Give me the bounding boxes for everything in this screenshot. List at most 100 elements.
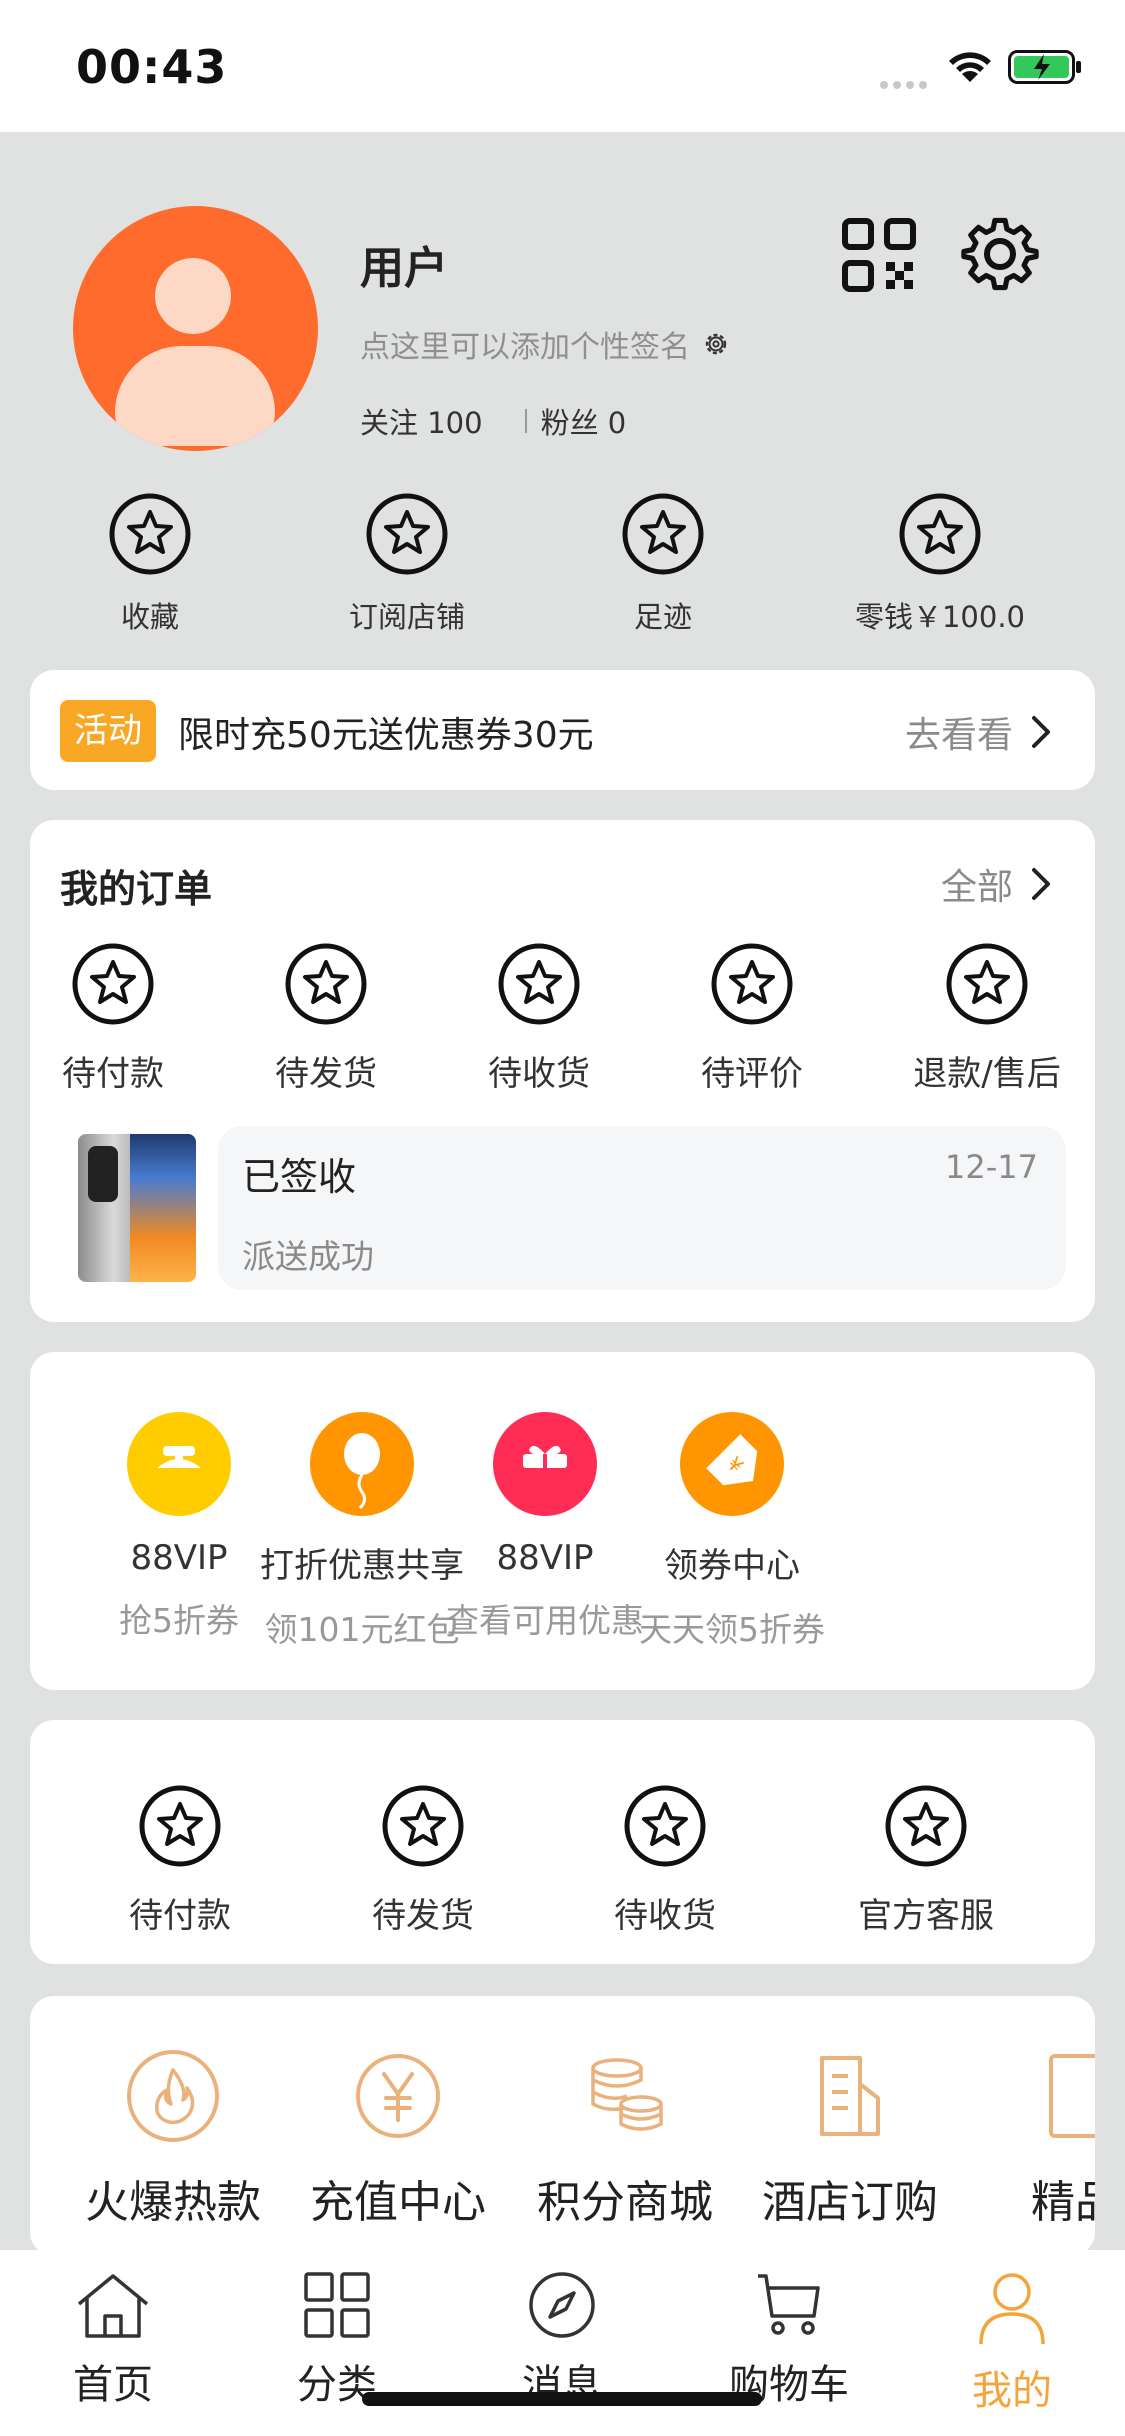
quick-link-subscribed-shops[interactable]: 订阅店铺 (307, 492, 507, 636)
orders-view-all[interactable]: 全部 (941, 858, 1051, 910)
profile-header: 用户 点这里可以添加个性签名 关注 100 粉丝 0 收藏 订阅店铺 足迹 零钱… (0, 132, 1125, 672)
order-status-label: 待收货 (488, 1054, 590, 1094)
status-bar: 00:43 (0, 0, 1125, 132)
battery-icon (1008, 50, 1081, 84)
quick-link-label: 订阅店铺 (348, 600, 465, 634)
person-icon (979, 2273, 1045, 2345)
promo-action-label: 去看看 (904, 715, 1013, 756)
small-gear-icon (705, 333, 727, 355)
promo-text: 限时充50元送优惠券30元 (178, 715, 594, 756)
quick-link-wallet[interactable]: 零钱￥100.0 (840, 492, 1040, 636)
star-icon (109, 493, 191, 575)
order-status-pending-receipt[interactable]: 待收货 (439, 942, 639, 1095)
promotion-title: 领券中心 (664, 1546, 800, 1586)
latest-order-status[interactable]: 已签收 12-17 派送成功 (218, 1126, 1066, 1290)
star-icon (885, 1785, 967, 1867)
orders-title: 我的订单 (60, 867, 213, 911)
avatar[interactable] (73, 206, 318, 451)
order-status-label: 待评价 (701, 1054, 803, 1094)
card-icon (1049, 2054, 1095, 2138)
delivery-detail: 派送成功 (242, 1237, 374, 1276)
delivery-date: 12-17 (945, 1148, 1038, 1186)
cart-icon (758, 2274, 820, 2335)
order-status-label: 退款/售后 (913, 1054, 1061, 1094)
gift-icon (493, 1412, 597, 1516)
star-icon (946, 943, 1028, 1025)
service-label: 待付款 (129, 1896, 231, 1936)
chevron-right-icon (1032, 716, 1050, 748)
order-status-pending-payment[interactable]: 待付款 (13, 942, 213, 1095)
star-icon (382, 1785, 464, 1867)
tool-label: 精品 (1031, 2177, 1095, 2228)
star-icon (72, 943, 154, 1025)
signature-hint[interactable]: 点这里可以添加个性签名 (360, 322, 730, 366)
coins-icon (591, 2058, 663, 2131)
promotions-card: 88VIP 抢5折券 打折优惠共享 领101元红包 88VIP 查看可用优惠 ¥… (30, 1352, 1095, 1690)
balloon-icon (310, 1412, 414, 1516)
tab-bar: 首页 分类 消息 购物车 我的 (0, 2250, 1125, 2436)
promo-tag: 活动 (60, 700, 156, 762)
service-item[interactable]: 官方客服 (826, 1784, 1026, 1937)
tab-label: 首页 (73, 2362, 153, 2408)
tool-item[interactable]: 火爆热款 (63, 2048, 283, 2230)
wifi-icon (949, 52, 991, 82)
order-status-label: 待付款 (62, 1054, 164, 1094)
service-label: 待收货 (614, 1896, 716, 1936)
order-status-label: 待发货 (275, 1054, 377, 1094)
chevron-right-icon (1032, 868, 1050, 900)
promo-action[interactable]: 去看看 (905, 706, 1051, 758)
tab-messages[interactable]: 消息 (462, 2270, 662, 2410)
follow-counts: 关注 100 粉丝 0 (360, 400, 626, 442)
tool-item[interactable]: 精品 (965, 2048, 1095, 2230)
qr-code-icon[interactable] (842, 218, 916, 292)
lamp-icon (127, 1412, 231, 1516)
signal-icon (880, 74, 932, 89)
quick-link-label: 零钱￥100.0 (854, 600, 1026, 634)
tool-item[interactable]: 积分商城 (515, 2048, 735, 2230)
tab-home[interactable]: 首页 (13, 2270, 213, 2410)
tool-label: 火爆热款 (85, 2177, 261, 2228)
quick-link-footprints[interactable]: 足迹 (563, 492, 763, 636)
service-item[interactable]: 待发货 (323, 1784, 523, 1937)
settings-gear-icon[interactable] (958, 212, 1042, 296)
fire-icon (127, 2050, 219, 2142)
tool-item[interactable]: 充值中心 (288, 2048, 508, 2230)
star-icon (624, 1785, 706, 1867)
username[interactable]: 用户 (360, 232, 448, 296)
tab-cart[interactable]: 购物车 (689, 2270, 889, 2410)
compass-icon (529, 2272, 595, 2338)
services-card: 待付款 待发货 待收货 官方客服 (30, 1720, 1095, 1964)
star-icon (711, 943, 793, 1025)
followers-count[interactable]: 粉丝 0 (541, 400, 627, 442)
promo-banner[interactable]: 活动 限时充50元送优惠券30元 去看看 (30, 670, 1095, 790)
star-icon (899, 493, 981, 575)
service-item[interactable]: 待付款 (80, 1784, 280, 1937)
grid-icon (304, 2272, 370, 2338)
star-icon (366, 493, 448, 575)
following-count[interactable]: 关注 100 (360, 400, 483, 442)
tool-item[interactable]: 酒店订购 (740, 2048, 960, 2230)
status-time: 00:43 (76, 40, 228, 94)
tab-profile[interactable]: 我的 (912, 2270, 1112, 2416)
order-status-pending-review[interactable]: 待评价 (652, 942, 852, 1095)
yen-icon (356, 2054, 440, 2138)
order-status-pending-shipment[interactable]: 待发货 (226, 942, 426, 1095)
tools-card: 火爆热款 充值中心 积分商城 酒店订购 精品 (30, 1996, 1095, 2256)
building-icon (820, 2056, 880, 2136)
home-indicator (362, 2392, 762, 2406)
tab-label: 我的 (972, 2368, 1052, 2414)
quick-link-favorites[interactable]: 收藏 (50, 492, 250, 636)
star-icon (622, 493, 704, 575)
star-icon (285, 943, 367, 1025)
service-label: 待发货 (372, 1896, 474, 1936)
tab-category[interactable]: 分类 (237, 2270, 437, 2410)
promotion-subtitle: 天天领5折券 (639, 1610, 825, 1649)
tool-label: 酒店订购 (762, 2177, 938, 2228)
star-icon (498, 943, 580, 1025)
order-status-refund[interactable]: 退款/售后 (887, 942, 1087, 1095)
orders-view-all-label: 全部 (940, 867, 1013, 908)
tool-label: 积分商城 (537, 2177, 713, 2228)
product-thumbnail[interactable] (78, 1134, 196, 1282)
service-item[interactable]: 待收货 (565, 1784, 765, 1937)
promotion-item[interactable]: ¥ 领券中心 天天领5折券 (602, 1412, 862, 1651)
